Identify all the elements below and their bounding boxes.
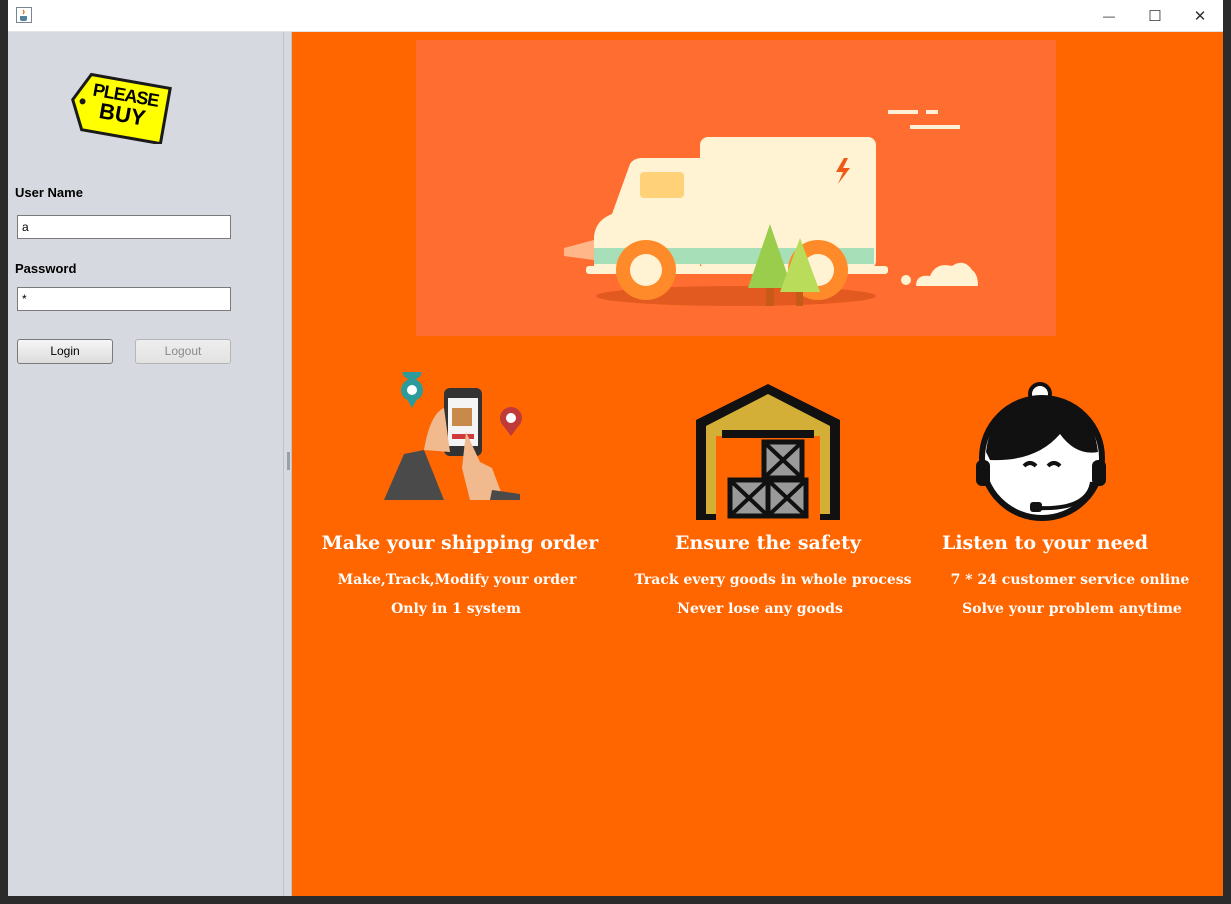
- password-input[interactable]: *: [17, 287, 231, 311]
- warehouse-icon: [696, 384, 840, 520]
- title-bar: — ☐ ✕: [8, 0, 1223, 32]
- close-icon: ✕: [1193, 7, 1207, 25]
- logout-button[interactable]: Logout: [135, 339, 231, 364]
- login-button[interactable]: Login: [17, 339, 113, 364]
- login-panel: PLEASE BUY User Name a Password * Login …: [8, 32, 283, 896]
- maximize-button[interactable]: ☐: [1132, 0, 1178, 31]
- minimize-button[interactable]: —: [1086, 0, 1132, 31]
- feature-1-title: Make your shipping order: [321, 532, 599, 554]
- feature-2-line-1: Track every goods in whole process: [634, 572, 912, 588]
- delivery-truck-banner: [416, 40, 1056, 336]
- feature-2-line-2: Never lose any goods: [677, 601, 843, 617]
- feature-3-title: Listen to your need: [941, 532, 1149, 554]
- maximize-icon: ☐: [1148, 7, 1162, 25]
- feature-1-line-1: Make,Track,Modify your order: [337, 572, 577, 588]
- feature-1-line-2: Only in 1 system: [391, 601, 521, 617]
- please-buy-logo: PLEASE BUY: [68, 72, 172, 144]
- split-pane-divider[interactable]: [283, 32, 292, 896]
- java-cup-icon: [16, 7, 32, 23]
- divider-grip[interactable]: [287, 452, 290, 470]
- password-label: Password: [15, 261, 77, 276]
- username-input[interactable]: a: [17, 215, 231, 239]
- phone-tracking-icon: [384, 372, 522, 500]
- username-label: User Name: [15, 185, 83, 200]
- customer-service-icon: [976, 382, 1106, 521]
- app-window: — ☐ ✕ PLEASE BUY User Name a Password * …: [8, 0, 1223, 896]
- content-panel: Make your shipping order Make,Track,Modi…: [292, 32, 1223, 896]
- minimize-icon: —: [1103, 8, 1115, 23]
- close-button[interactable]: ✕: [1177, 0, 1223, 31]
- feature-2-title: Ensure the safety: [675, 532, 861, 554]
- feature-3-line-1: 7 * 24 customer service online: [950, 572, 1190, 588]
- feature-3-line-2: Solve your problem anytime: [962, 601, 1182, 617]
